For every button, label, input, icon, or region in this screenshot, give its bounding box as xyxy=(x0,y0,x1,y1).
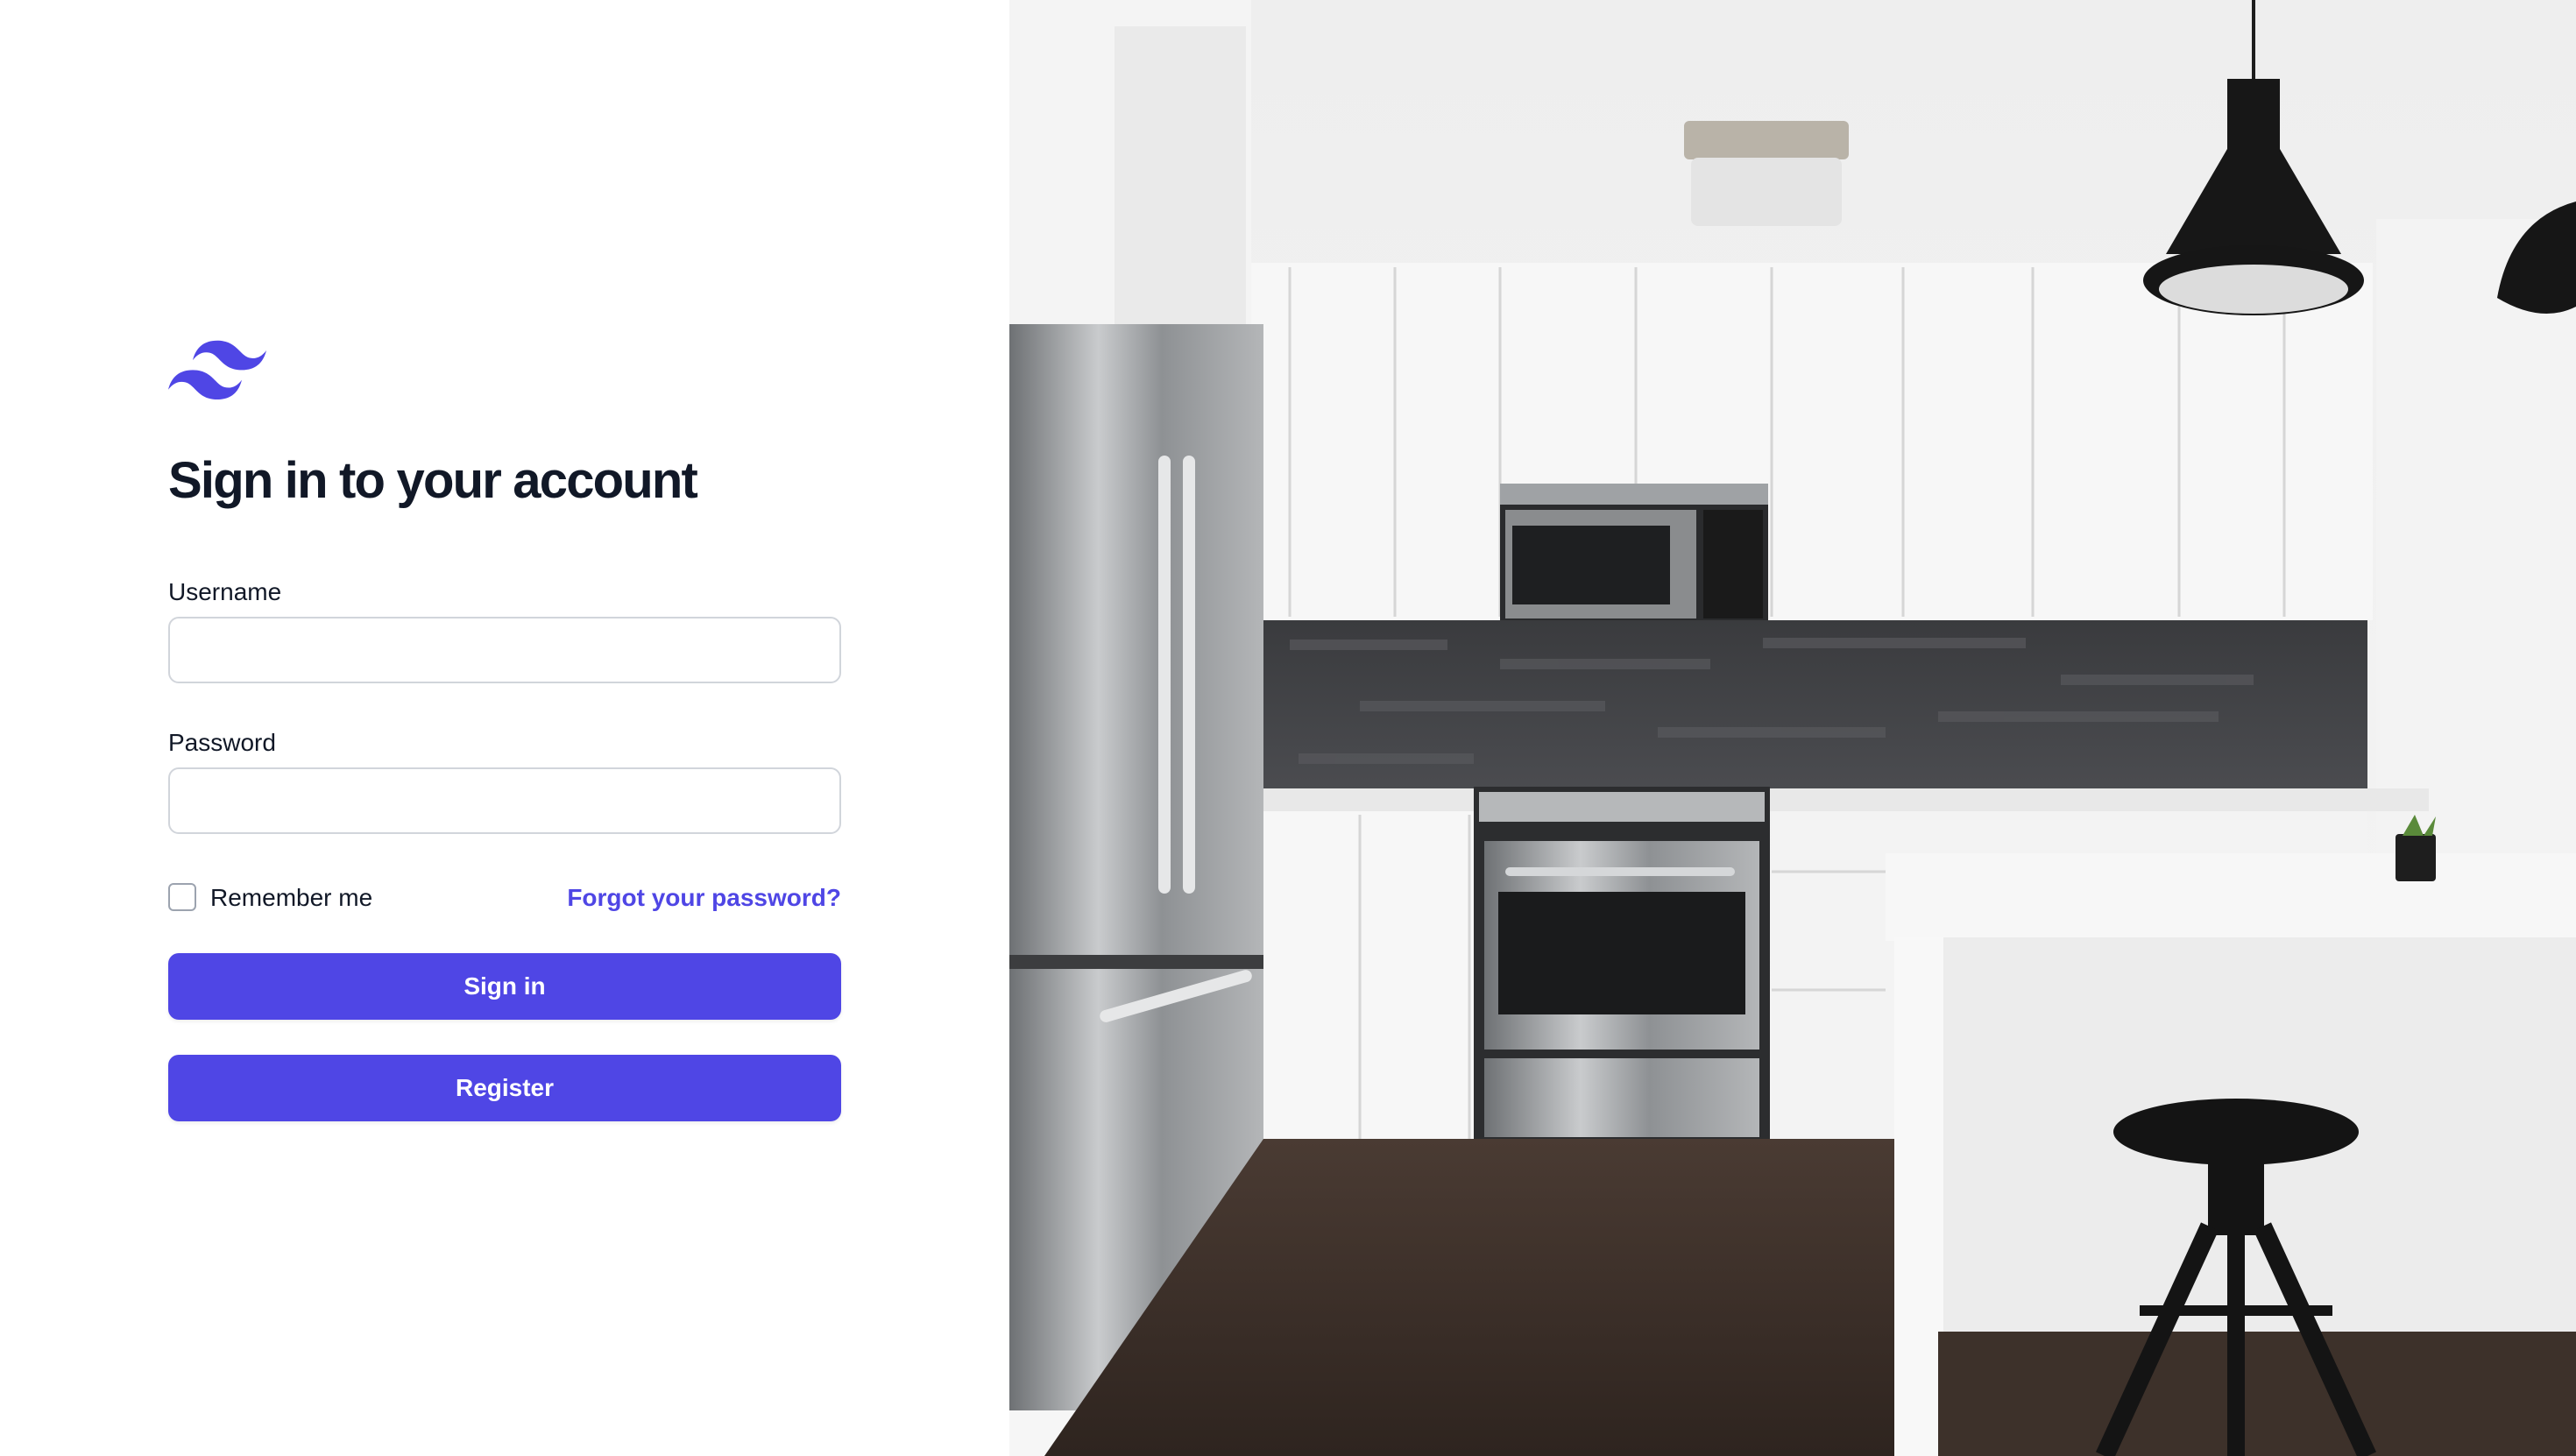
remember-me-label[interactable]: Remember me xyxy=(210,886,372,910)
register-button[interactable]: Register xyxy=(168,1055,841,1121)
sign-in-panel: Sign in to your account Username Passwor… xyxy=(0,0,1009,1456)
username-label: Username xyxy=(168,578,282,605)
forgot-password-link[interactable]: Forgot your password? xyxy=(567,886,841,910)
username-input[interactable] xyxy=(168,617,841,683)
remember-row: Remember me Forgot your password? xyxy=(168,880,841,915)
password-input[interactable] xyxy=(168,767,841,834)
password-label: Password xyxy=(168,729,276,756)
sign-in-button[interactable]: Sign in xyxy=(168,953,841,1020)
remember-me-checkbox[interactable] xyxy=(168,883,196,911)
tailwind-wave-icon xyxy=(168,340,266,401)
page-title: Sign in to your account xyxy=(168,452,698,509)
kitchen-photo xyxy=(1009,0,2576,1456)
